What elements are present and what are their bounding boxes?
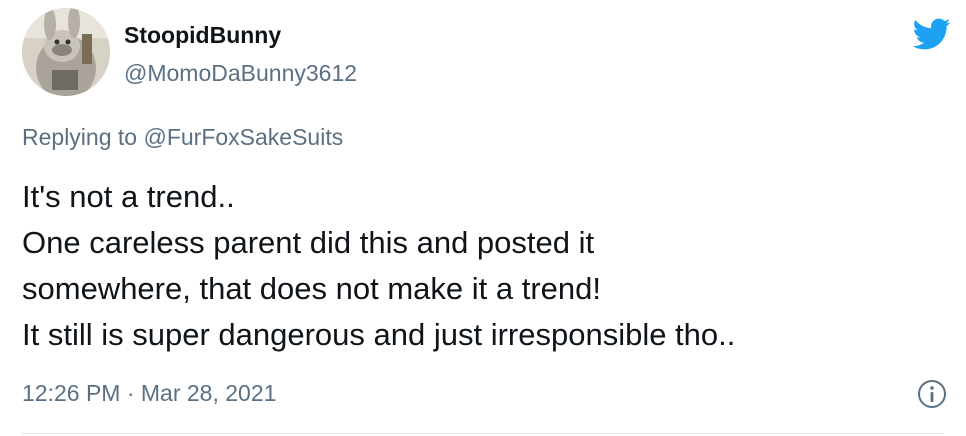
avatar-image xyxy=(22,8,110,96)
author-handle[interactable]: @MomoDaBunny3612 xyxy=(124,60,357,87)
info-icon[interactable] xyxy=(916,378,948,410)
tweet-text-line: somewhere, that does not make it a trend… xyxy=(22,271,601,306)
replying-to-label: Replying to xyxy=(22,124,138,150)
tweet-text-line: It still is super dangerous and just irr… xyxy=(22,317,736,352)
replying-to: Replying to @FurFoxSakeSuits xyxy=(22,124,343,151)
tweet-card: StoopidBunny @MomoDaBunny3612 Replying t… xyxy=(0,0,966,436)
author-display-name[interactable]: StoopidBunny xyxy=(124,22,281,49)
tweet-text-line: It's not a trend.. xyxy=(22,179,235,214)
tweet-text-line: One careless parent did this and posted … xyxy=(22,225,595,260)
twitter-bird-icon[interactable] xyxy=(906,14,956,54)
avatar[interactable] xyxy=(22,8,110,96)
tweet-timestamp[interactable]: 12:26 PM · Mar 28, 2021 xyxy=(22,380,276,407)
tweet-text: It's not a trend.. One careless parent d… xyxy=(22,174,952,358)
divider xyxy=(22,433,944,434)
reply-to-handle-link[interactable]: @FurFoxSakeSuits xyxy=(143,124,343,150)
